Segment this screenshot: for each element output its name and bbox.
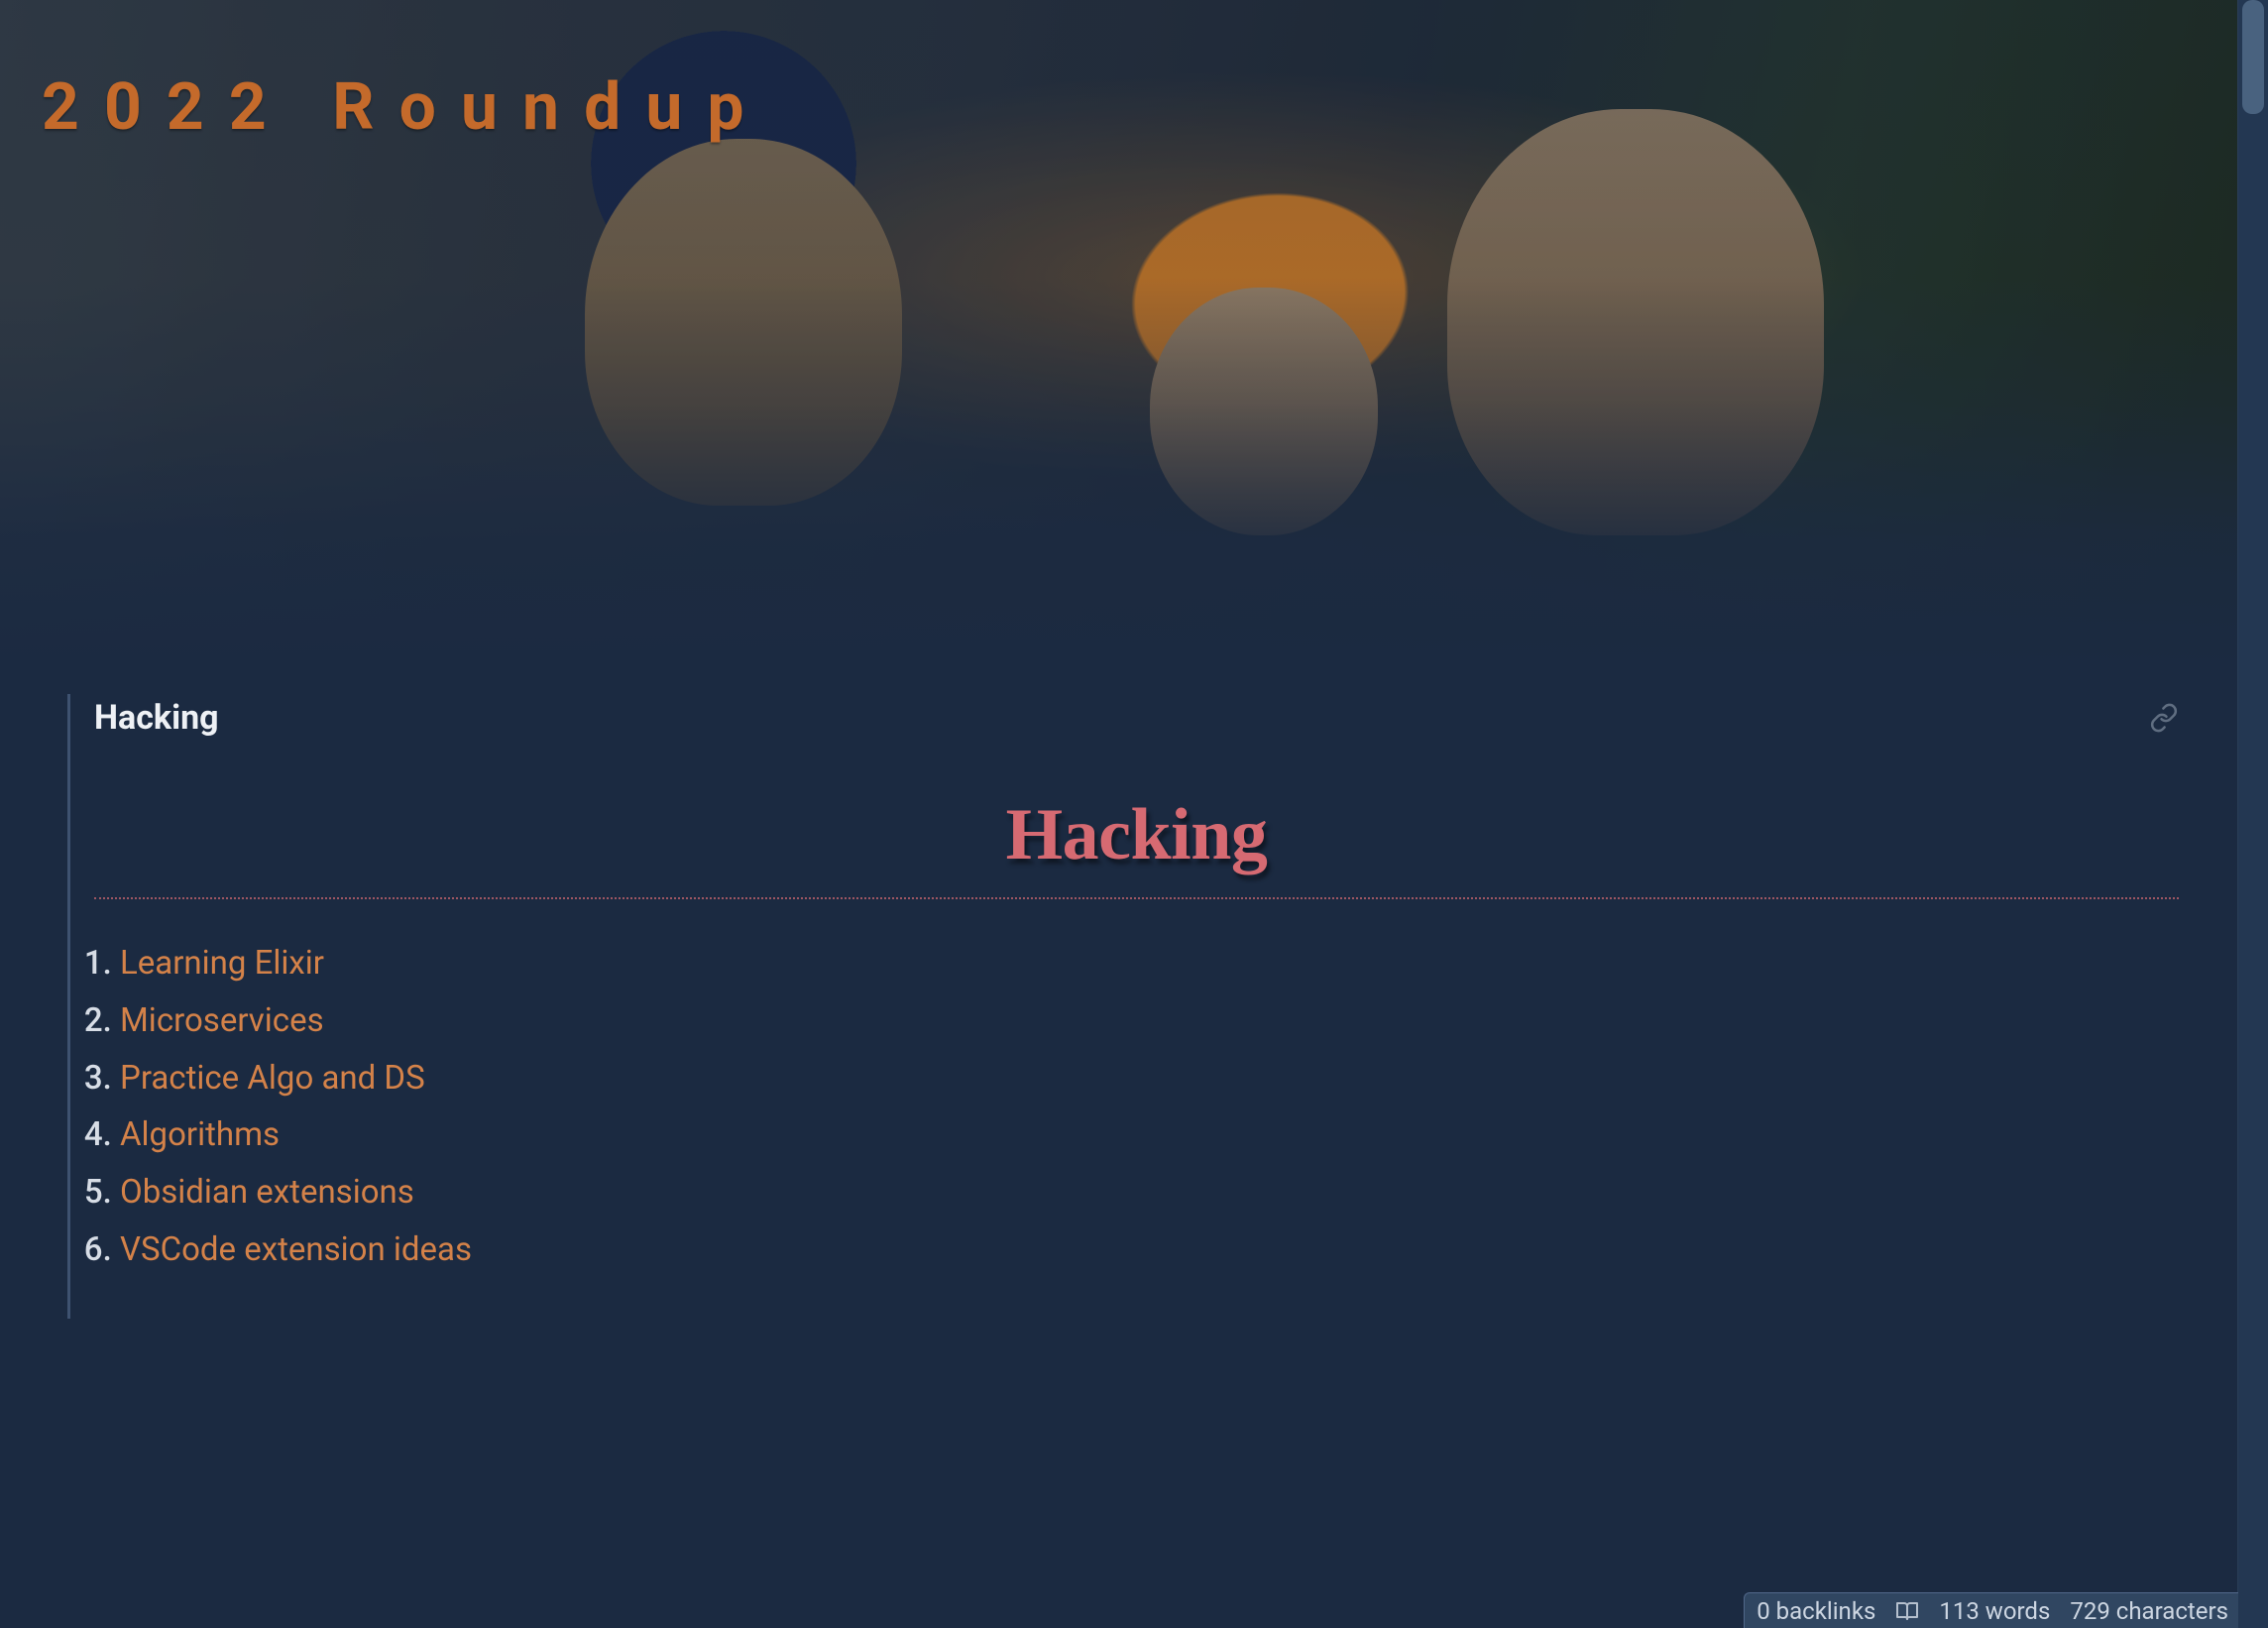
section-header: Hacking (94, 694, 2179, 738)
list-item-link[interactable]: Learning Elixir (120, 944, 324, 983)
link-icon[interactable] (2149, 703, 2179, 733)
list-item: Learning Elixir (120, 935, 2179, 992)
list-item: Practice Algo and DS (120, 1050, 2179, 1107)
section-hacking: Hacking Hacking Learning Elixir Microserv… (67, 694, 2199, 1319)
list-item: Microservices (120, 992, 2179, 1050)
status-backlinks[interactable]: 0 backlinks (1757, 1597, 1875, 1625)
scrollbar-thumb[interactable] (2242, 0, 2264, 114)
note-body: Hacking Hacking Learning Elixir Microserv… (0, 694, 2238, 1457)
list-item: Obsidian extensions (120, 1164, 2179, 1221)
list-item-link[interactable]: Algorithms (120, 1115, 280, 1154)
list-item-link[interactable]: Microservices (120, 1001, 324, 1040)
book-open-icon[interactable] (1893, 1599, 1919, 1623)
status-words: 113 words (1937, 1597, 2050, 1625)
section-heading: Hacking (94, 793, 2179, 877)
page-title: 2022 Roundup (42, 69, 769, 146)
hero-banner: 2022 Roundup (0, 0, 2268, 694)
note-viewport: 2022 Roundup Hacking Hacking Learning El… (0, 0, 2268, 1628)
status-characters: 729 characters (2068, 1597, 2228, 1625)
list-item-link[interactable]: Obsidian extensions (120, 1173, 414, 1212)
status-bar: 0 backlinks 113 words 729 characters (1744, 1592, 2238, 1628)
scrollbar-track[interactable] (2237, 0, 2268, 1628)
list-item-link[interactable]: Practice Algo and DS (120, 1059, 425, 1098)
list-item-link[interactable]: VSCode extension ideas (120, 1230, 472, 1269)
hacking-list: Learning Elixir Microservices Practice Alg… (94, 935, 2179, 1279)
section-divider (94, 897, 2179, 899)
list-item: VSCode extension ideas (120, 1221, 2179, 1279)
section-label: Hacking (94, 698, 219, 738)
list-item: Algorithms (120, 1106, 2179, 1164)
